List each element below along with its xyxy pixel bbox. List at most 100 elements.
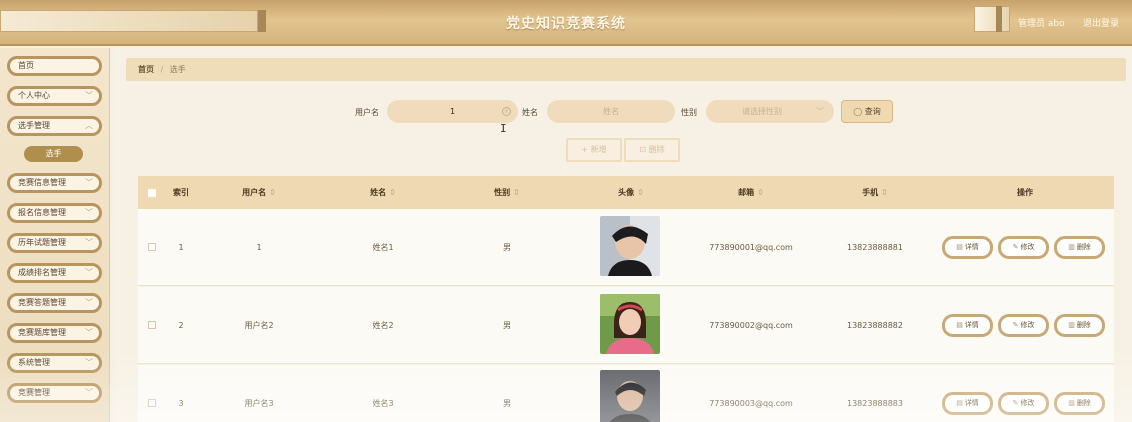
cell-gender: 男 [503,243,511,252]
sidebar-item-system[interactable]: 系统管理 ﹀ [7,353,102,373]
username-input[interactable] [387,100,518,123]
sidebar-item-personal-center[interactable]: 个人中心 ﹀ [7,86,102,106]
app-title: 党史知识竞赛系统 [506,16,626,32]
clear-icon[interactable]: × [502,107,511,116]
cell-email: 773890001@qq.com [709,243,793,252]
cell-index: 3 [178,399,184,408]
row-checkbox[interactable] [148,399,156,407]
sidebar-item-label: 成绩排名管理 [18,268,66,277]
current-user: 管理员 abo [1018,19,1065,29]
sidebar-item-label: 竞赛管理 [18,388,50,397]
sidebar-item-label: 首页 [18,61,34,70]
breadcrumb-home[interactable]: 首页 [138,65,154,74]
col-phone[interactable]: 手机 ⇕ [814,176,936,209]
gender-select[interactable]: 请选择性别 ﹀ [706,100,834,123]
search-button-label: 查询 [864,107,881,116]
delete-label: 删除 [1076,321,1091,329]
sidebar-item-past-questions[interactable]: 历年试题管理 ﹀ [7,233,102,253]
search-button[interactable]: ◯ 查询 [841,100,893,123]
edit-button[interactable]: ✎ 修改 [998,392,1049,415]
gender-label: 性别 [681,108,697,117]
trash-icon: ▥ [1068,399,1075,407]
main-content: 首页 / 选手 用户名 × 姓名 性别 请选择性别 ﹀ ◯ 查询 + 新增 ⊡ … [116,48,1132,422]
delete-button[interactable]: ▥ 删除 [1054,314,1105,337]
cell-name: 姓名3 [372,399,394,408]
sidebar-item-home[interactable]: 首页 [7,56,102,76]
table-header: 索引 用户名 ⇕ 姓名 ⇕ 性别 ⇕ 头像 ⇕ 邮箱 ⇕ 手机 ⇕ 操作 [138,176,1114,209]
cell-name: 姓名2 [372,321,394,330]
col-phone-label: 手机 [862,188,879,197]
table-row: 2 用户名2 姓名2 男 773890002@qq.com 1382388888… [138,287,1114,364]
delete-button[interactable]: ▥ 删除 [1054,236,1105,259]
chevron-down-icon: ﹀ [85,238,93,247]
pencil-icon: ✎ [1012,321,1019,329]
sidebar-item-registration[interactable]: 报名信息管理 ﹀ [7,203,102,223]
document-icon: ▤ [956,321,963,329]
cell-index: 2 [178,321,184,330]
detail-label: 详情 [964,399,979,407]
col-username-label: 用户名 [242,188,267,197]
breadcrumb-separator: / [160,65,164,74]
detail-button[interactable]: ▤ 详情 [942,314,993,337]
sidebar-item-answers[interactable]: 竞赛答题管理 ﹀ [7,293,102,313]
sidebar-item-label: 历年试题管理 [18,238,66,247]
cell-phone: 13823888883 [847,399,903,408]
breadcrumb-current: 选手 [169,65,186,74]
sidebar-item-score-ranking[interactable]: 成绩排名管理 ﹀ [7,263,102,283]
batch-delete-label: 删除 [648,145,665,154]
add-button[interactable]: + 新增 [566,138,622,162]
chevron-down-icon: ﹀ [816,107,824,116]
avatar[interactable] [600,216,660,276]
chevron-up-icon: ︿ [85,121,93,130]
edit-label: 修改 [1020,321,1035,329]
name-input[interactable] [547,100,675,123]
sidebar-item-label: 竞赛信息管理 [18,178,66,187]
cell-gender: 男 [503,399,511,408]
text-cursor-icon: I [500,122,507,135]
sidebar-item-label: 报名信息管理 [18,208,66,217]
col-gender[interactable]: 性别 ⇕ [446,176,568,209]
chevron-down-icon: ﹀ [85,91,93,100]
edit-button[interactable]: ✎ 修改 [998,314,1049,337]
trash-icon: ▥ [1068,243,1075,251]
detail-label: 详情 [964,321,979,329]
logout-link[interactable]: 退出登录 [1083,16,1119,29]
edit-button[interactable]: ✎ 修改 [998,236,1049,259]
detail-button[interactable]: ▤ 详情 [942,392,993,415]
sidebar-subitem-player[interactable]: 选手 [24,146,83,162]
cell-username: 1 [256,243,262,252]
edit-label: 修改 [1020,243,1035,251]
cell-gender: 男 [503,321,511,330]
avatar[interactable] [600,294,660,354]
chevron-down-icon: ﹀ [85,178,93,187]
sidebar-item-label: 竞赛答题管理 [18,298,66,307]
select-all-checkbox[interactable] [148,189,156,197]
sidebar-item-label: 选手管理 [18,121,50,130]
header-decoration-right [974,6,1010,32]
sort-icon: ⇕ [389,188,396,197]
col-username[interactable]: 用户名 ⇕ [198,176,320,209]
avatar[interactable] [600,370,660,422]
detail-button[interactable]: ▤ 详情 [942,236,993,259]
sidebar-item-question-bank[interactable]: 竞赛题库管理 ﹀ [7,323,102,343]
row-checkbox[interactable] [148,243,156,251]
sidebar-item-player-management[interactable]: 选手管理 ︿ [7,116,102,136]
avatar-image [600,216,660,276]
col-email[interactable]: 邮箱 ⇕ [690,176,812,209]
username-label: 用户名 [355,108,379,117]
chevron-down-icon: ﹀ [85,208,93,217]
sidebar-item-contest-info[interactable]: 竞赛信息管理 ﹀ [7,173,102,193]
row-checkbox[interactable] [148,321,156,329]
sidebar: 首页 个人中心 ﹀ 选手管理 ︿ 选手 竞赛信息管理 ﹀ 报名信息管理 ﹀ 历年… [0,48,110,422]
col-name[interactable]: 姓名 ⇕ [322,176,444,209]
delete-button[interactable]: ▥ 删除 [1054,392,1105,415]
sidebar-item-contest[interactable]: 竞赛管理 ﹀ [7,383,102,403]
batch-delete-button[interactable]: ⊡ 删除 [624,138,680,162]
col-avatar[interactable]: 头像 ⇕ [570,176,692,209]
document-icon: ▤ [956,243,963,251]
avatar-image [600,294,660,354]
table-row: 3 用户名3 姓名3 男 773890003@qq.com 1382388888… [138,365,1114,422]
chevron-down-icon: ﹀ [85,268,93,277]
sort-icon: ⇕ [881,188,888,197]
cell-username: 用户名2 [244,321,274,330]
